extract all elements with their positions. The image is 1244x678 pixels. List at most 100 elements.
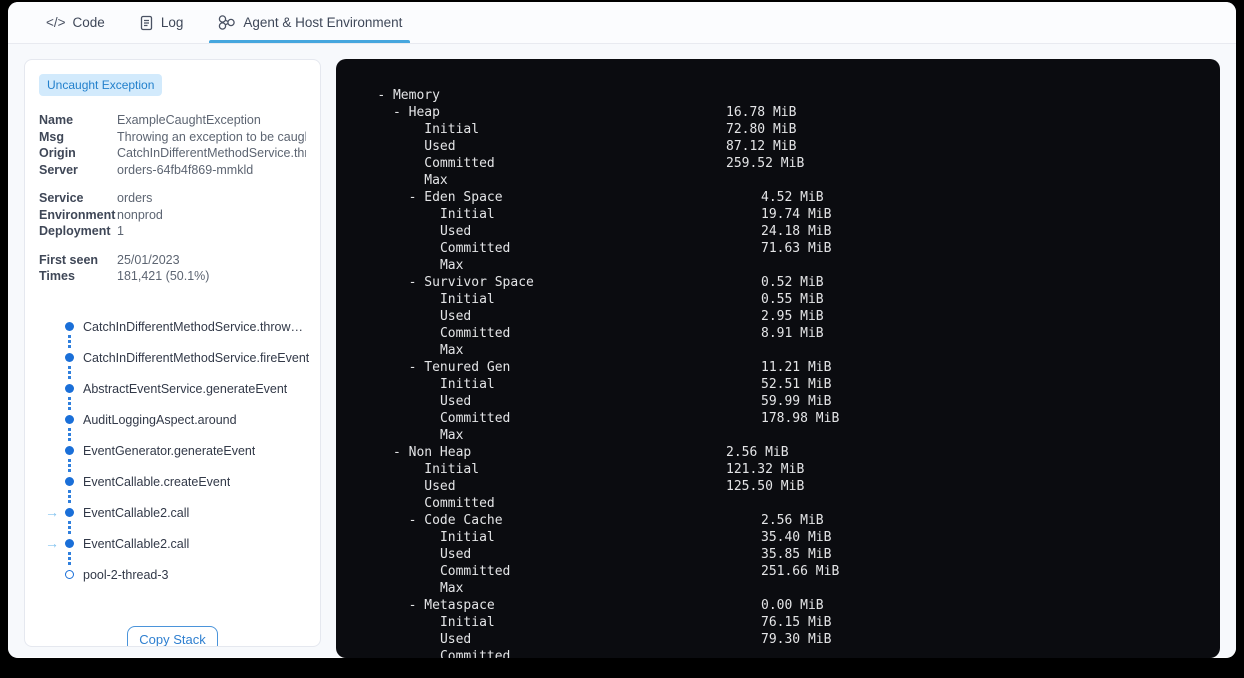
terminal-line-value: 52.51 MiB xyxy=(761,377,832,392)
stack-frame-dot-icon xyxy=(65,569,74,579)
stack-frame-item[interactable]: → EventGenerator.generateEvent xyxy=(25,443,310,474)
field-label: Name xyxy=(39,113,74,127)
tab-log[interactable]: Log xyxy=(137,2,186,43)
memory-stats-terminal[interactable]: - Memory - Heap Initial 16.78 MiB Used 7… xyxy=(336,59,1220,658)
terminal-line-value: 125.50 MiB xyxy=(726,479,805,494)
terminal-line-value: 11.21 MiB xyxy=(761,360,832,375)
field-label: Msg xyxy=(39,129,64,144)
terminal-line: - Non Heap xyxy=(336,427,1220,460)
terminal-line-value: 0.52 MiB xyxy=(761,275,824,290)
terminal-line: Committed 35.85 MiB xyxy=(336,546,1220,579)
terminal-line-value: 4.52 MiB xyxy=(761,190,824,205)
terminal-line: Max 259.52 MiB xyxy=(336,155,1220,188)
exception-fields: Name ExampleCaughtException Msg Throwing… xyxy=(39,112,306,285)
field-value: orders xyxy=(117,191,153,205)
terminal-line-value: 121.32 MiB xyxy=(726,462,805,477)
button-row: Copy Stack xyxy=(25,614,320,646)
stack-frame-item[interactable]: → CatchInDifferentMethodService.fireEven… xyxy=(25,350,310,381)
exception-details-panel: Uncaught Exception Name ExampleCaughtExc… xyxy=(24,59,321,647)
terminal-line: Initial 2.56 MiB xyxy=(336,512,1220,545)
terminal-line: - Heap xyxy=(336,87,1220,120)
terminal-line: Committed 24.18 MiB xyxy=(336,223,1220,256)
terminal-line-value: 19.74 MiB xyxy=(761,207,832,222)
field-row: Environment nonprod xyxy=(39,207,306,224)
field-row: Service orders xyxy=(39,190,306,207)
terminal-line: Initial 4.52 MiB xyxy=(336,189,1220,222)
field-label: Deployment xyxy=(39,224,111,238)
terminal-line-value: 0.55 MiB xyxy=(761,292,824,307)
field-label: Server xyxy=(39,162,78,177)
stack-frame-item[interactable]: → AbstractEventService.generateEvent xyxy=(25,381,310,412)
stack-frame-label: EventGenerator.generateEvent xyxy=(83,443,256,458)
stack-frame-label: CatchInDifferentMethodService.fireEvent xyxy=(83,350,310,365)
stack-frame-item[interactable]: → CatchInDifferentMethodService.throwEx.… xyxy=(25,319,310,350)
terminal-line: - Memory xyxy=(336,70,1220,103)
terminal-line-value: 2.95 MiB xyxy=(761,309,824,324)
field-row: First seen 25/01/2023 xyxy=(39,252,306,269)
terminal-line-value: 8.91 MiB xyxy=(761,326,824,341)
terminal-line-value: 2.56 MiB xyxy=(761,513,824,528)
field-value: 25/01/2023 xyxy=(117,252,180,267)
field-value: ExampleCaughtException xyxy=(117,113,261,127)
stack-frame-dot-icon xyxy=(65,507,74,517)
current-frame-arrow-icon: → xyxy=(45,503,59,520)
stack-frame-item[interactable]: → EventCallable2.call xyxy=(25,534,310,567)
stack-frame-label: EventCallable2.call xyxy=(83,536,190,551)
field-row: Server orders-64fb4f869-mmkld xyxy=(39,162,306,179)
terminal-line-value: 72.80 MiB xyxy=(726,122,797,137)
field-label: Service xyxy=(39,191,84,205)
current-frame-arrow-icon: → xyxy=(45,534,59,551)
terminal-line: Max 8.91 MiB xyxy=(336,325,1220,358)
stack-frame-dot-icon xyxy=(65,414,74,424)
field-group: Service orders Environment nonprod Deplo… xyxy=(39,190,306,240)
field-value: nonprod xyxy=(117,207,163,222)
terminal-line: Max 71.63 MiB xyxy=(336,240,1220,273)
terminal-line: Used 52.51 MiB xyxy=(336,376,1220,409)
terminal-line: Used 19.74 MiB xyxy=(336,206,1220,239)
stack-frame-label: pool-2-thread-3 xyxy=(83,567,169,582)
terminal-line-value: 71.63 MiB xyxy=(761,241,832,256)
terminal-line: Used 35.40 MiB xyxy=(336,529,1220,562)
field-label: First seen xyxy=(39,252,99,267)
terminal-line-value: 24.18 MiB xyxy=(761,224,832,239)
terminal-line: Used 0.55 MiB xyxy=(336,291,1220,324)
field-label: Environment xyxy=(39,207,116,222)
stack-frame-item[interactable]: → EventCallable.createEvent xyxy=(25,474,310,505)
stack-frame-dot-icon xyxy=(65,352,74,362)
stack-frame-label: AuditLoggingAspect.around xyxy=(83,412,237,427)
stack-frame-dot-icon xyxy=(65,445,74,455)
terminal-line: Committed 59.99 MiB xyxy=(336,393,1220,426)
terminal-line-value: 79.30 MiB xyxy=(761,632,832,647)
terminal-line: - Tenured Gen xyxy=(336,342,1220,375)
field-label: Times xyxy=(39,269,75,283)
terminal-line: Committed 125.50 MiB xyxy=(336,478,1220,511)
terminal-line: - Survivor Space xyxy=(336,257,1220,290)
tab-label: Agent & Host Environment xyxy=(243,15,403,30)
stack-trace-list: → CatchInDifferentMethodService.throwEx.… xyxy=(25,305,320,606)
stack-frame-dot-icon xyxy=(65,476,74,486)
stack-frame-dot-icon xyxy=(65,321,74,331)
tab-label: Code xyxy=(72,15,105,30)
stack-frame-item[interactable]: → AuditLoggingAspect.around xyxy=(25,412,310,443)
terminal-line: Max 251.66 MiB xyxy=(336,563,1220,596)
stack-frame-dot-icon xyxy=(65,383,74,393)
copy-stack-button[interactable]: Copy Stack xyxy=(127,625,218,646)
tab-code[interactable]: </> Code xyxy=(44,2,107,43)
stack-frame-label: AbstractEventService.generateEvent xyxy=(83,381,288,396)
field-group: Name ExampleCaughtException Msg Throwing… xyxy=(39,112,306,178)
terminal-line: Initial 2.56 MiB xyxy=(336,444,1220,477)
terminal-line: Max 178.98 MiB xyxy=(336,410,1220,443)
terminal-line: Used 76.15 MiB xyxy=(336,614,1220,647)
field-value: 181,421 (50.1%) xyxy=(117,269,210,283)
stack-frame-label: EventCallable2.call xyxy=(83,505,190,520)
field-value: Throwing an exception to be caught by a … xyxy=(117,129,306,144)
stack-frame-item[interactable]: → pool-2-thread-3 xyxy=(25,567,310,598)
field-value: CatchInDifferentMethodService.throwExcep xyxy=(117,146,306,160)
terminal-line-value: 178.98 MiB xyxy=(761,411,840,426)
tab-agent-host-environment[interactable]: Agent & Host Environment xyxy=(209,2,411,43)
terminal-line-value: 2.56 MiB xyxy=(726,445,789,460)
terminal-line: Used 121.32 MiB xyxy=(336,461,1220,494)
field-row: Times 181,421 (50.1%) xyxy=(39,268,306,285)
stack-frame-item[interactable]: → EventCallable2.call xyxy=(25,503,310,536)
terminal-line: - Code Cache xyxy=(336,495,1220,528)
